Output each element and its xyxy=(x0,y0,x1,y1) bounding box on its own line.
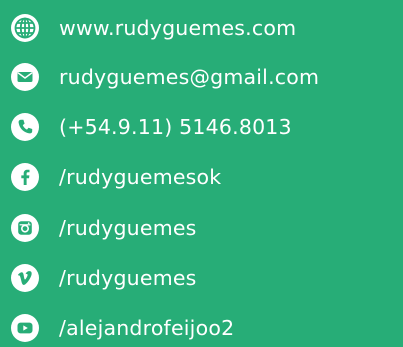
instagram-link[interactable]: /rudyguemes xyxy=(59,213,197,243)
phone-number[interactable]: (+54.9.11) 5146.8013 xyxy=(59,112,292,142)
mail-icon xyxy=(10,62,40,92)
contact-row-facebook[interactable]: /rudyguemesok xyxy=(10,162,221,192)
website-link[interactable]: www.rudyguemes.com xyxy=(59,13,296,43)
facebook-link[interactable]: /rudyguemesok xyxy=(59,162,221,192)
vimeo-icon xyxy=(10,263,40,293)
youtube-icon xyxy=(10,313,40,343)
vimeo-link[interactable]: /rudyguemes xyxy=(59,263,197,293)
instagram-icon xyxy=(10,213,40,243)
contact-row-instagram[interactable]: /rudyguemes xyxy=(10,213,197,243)
contact-row-email[interactable]: rudyguemes@gmail.com xyxy=(10,62,319,92)
globe-icon xyxy=(10,13,40,43)
email-link[interactable]: rudyguemes@gmail.com xyxy=(59,62,319,92)
youtube-link[interactable]: /alejandrofeijoo2 xyxy=(59,313,234,343)
contact-row-phone[interactable]: (+54.9.11) 5146.8013 xyxy=(10,112,292,142)
contact-row-vimeo[interactable]: /rudyguemes xyxy=(10,263,197,293)
phone-icon xyxy=(10,112,40,142)
contact-row-website[interactable]: www.rudyguemes.com xyxy=(10,13,296,43)
contact-panel: www.rudyguemes.com rudyguemes@gmail.com … xyxy=(0,0,403,347)
contact-row-youtube[interactable]: /alejandrofeijoo2 xyxy=(10,313,234,343)
facebook-icon xyxy=(10,162,40,192)
